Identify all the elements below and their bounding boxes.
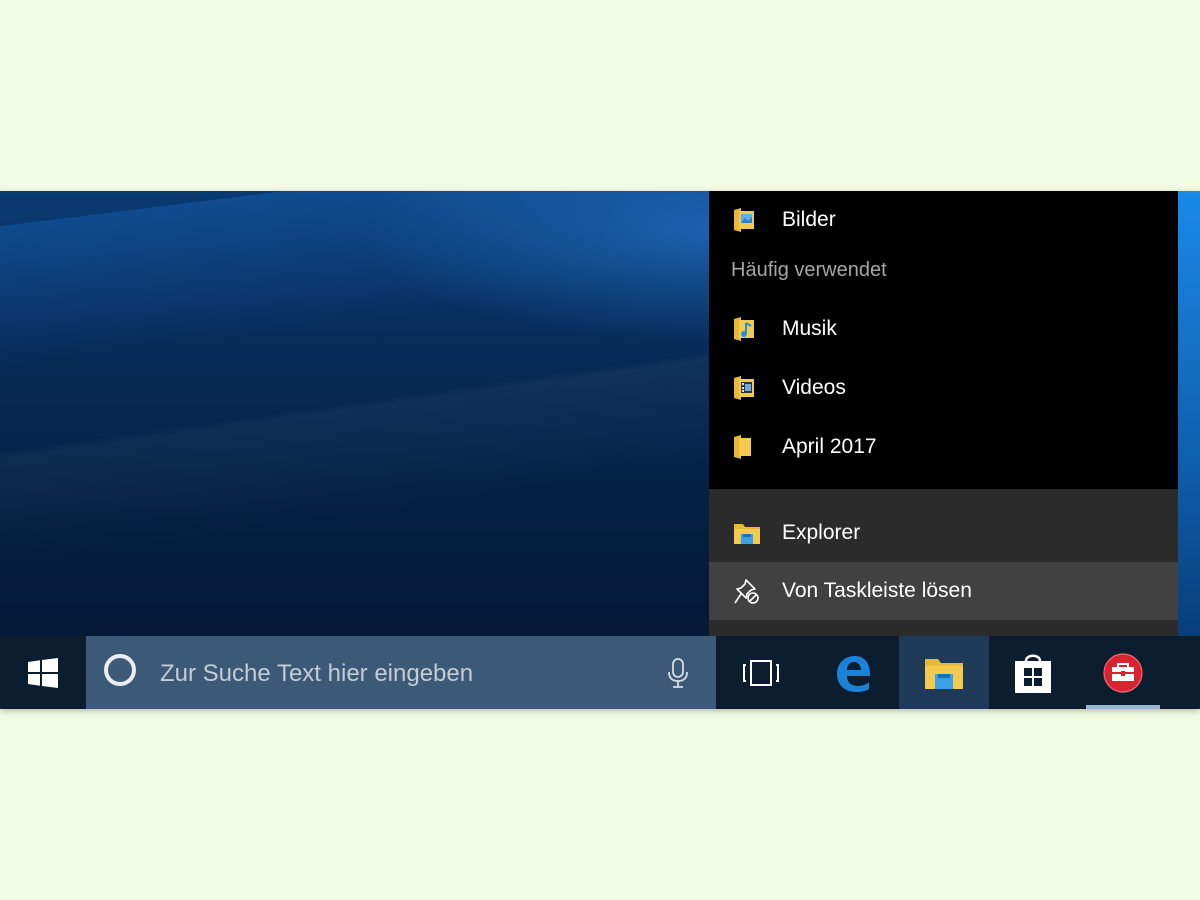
task-view-icon [743, 659, 779, 686]
jump-list-action-unpin[interactable]: Von Taskleiste lösen [709, 562, 1178, 620]
jump-list-actions: Explorer Von Taskleiste lösen [709, 489, 1178, 636]
jump-list-item-label: Musik [782, 317, 837, 340]
start-button[interactable] [0, 636, 86, 709]
toolbox-button[interactable] [1078, 636, 1168, 709]
videos-folder-icon [734, 376, 754, 400]
jump-list-item-musik[interactable]: Musik [709, 300, 1178, 358]
active-app-indicator [1086, 705, 1160, 709]
music-folder-icon [734, 317, 754, 341]
search-box[interactable]: Zur Suche Text hier eingeben [86, 636, 716, 709]
task-view-button[interactable] [716, 636, 806, 709]
unpin-icon [734, 579, 759, 604]
search-placeholder: Zur Suche Text hier eingeben [160, 660, 474, 687]
edge-button[interactable] [808, 636, 898, 709]
file-explorer-button[interactable] [899, 636, 989, 709]
jump-list-item-label: April 2017 [782, 435, 877, 458]
pictures-folder-icon [734, 208, 754, 232]
screen: Bilder Häufig verwendet Musik Videos Apr… [0, 191, 1200, 709]
folder-icon [734, 435, 751, 459]
taskbar: Zur Suche Text hier eingeben [0, 636, 1200, 709]
jump-list-item-april-2017[interactable]: April 2017 [709, 418, 1178, 476]
desktop-edge [1178, 191, 1200, 636]
jump-list-item-label: Bilder [782, 208, 836, 231]
jump-list-item-bilder[interactable]: Bilder [709, 191, 1178, 249]
jump-list: Bilder Häufig verwendet Musik Videos Apr… [709, 191, 1178, 636]
jump-list-item-videos[interactable]: Videos [709, 359, 1178, 417]
store-icon [1015, 654, 1051, 693]
jump-list-item-label: Videos [782, 376, 846, 399]
toolbox-icon [1103, 652, 1143, 693]
microphone-icon[interactable] [666, 658, 690, 688]
edge-icon [837, 655, 870, 692]
windows-logo-icon [28, 657, 58, 688]
file-explorer-icon [925, 658, 963, 689]
cortana-icon[interactable] [104, 654, 136, 686]
store-button[interactable] [988, 636, 1078, 709]
jump-list-action-label: Explorer [782, 521, 861, 544]
frequent-header: Häufig verwendet [731, 259, 887, 281]
file-explorer-icon [734, 524, 760, 544]
jump-list-action-explorer[interactable]: Explorer [709, 504, 1178, 562]
jump-list-action-label: Von Taskleiste lösen [782, 579, 972, 602]
